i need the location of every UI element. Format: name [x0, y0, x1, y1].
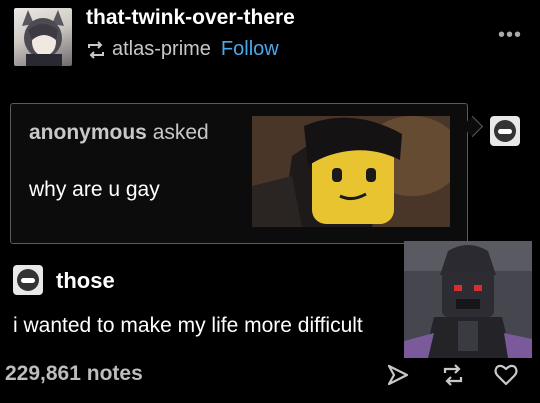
ask-image — [252, 116, 450, 227]
reply-image — [404, 241, 532, 358]
reblog-button-icon[interactable] — [440, 362, 466, 388]
lego-cole-image — [252, 116, 450, 227]
reply-text: i wanted to make my life more difficult — [13, 314, 363, 337]
ask-question: why are u gay — [29, 178, 160, 201]
asker-reply-avatar[interactable] — [490, 116, 520, 146]
notes-count[interactable]: 229,861 notes — [5, 362, 143, 386]
avatar-portrait — [22, 10, 64, 66]
reblog-line: atlas-prime Follow — [86, 38, 279, 61]
more-icon[interactable]: ••• — [498, 24, 522, 47]
ask-header: anonymous asked — [29, 121, 209, 145]
lego-garmadon-image — [404, 241, 532, 358]
asker-name: anonymous — [29, 121, 147, 144]
post-author-name[interactable]: that-twink-over-there — [86, 6, 295, 30]
sunglasses-icon — [498, 128, 512, 134]
reply-author-name[interactable]: those — [56, 268, 115, 294]
author-avatar[interactable] — [14, 8, 72, 66]
follow-button[interactable]: Follow — [221, 38, 279, 61]
share-icon[interactable] — [385, 362, 411, 388]
reply-author-avatar[interactable] — [13, 265, 43, 295]
sunglasses-icon — [21, 277, 35, 283]
reblog-icon — [88, 40, 104, 59]
reblogged-from-name[interactable]: atlas-prime — [112, 38, 211, 61]
heart-icon[interactable] — [493, 362, 519, 388]
asked-label: asked — [152, 121, 209, 144]
